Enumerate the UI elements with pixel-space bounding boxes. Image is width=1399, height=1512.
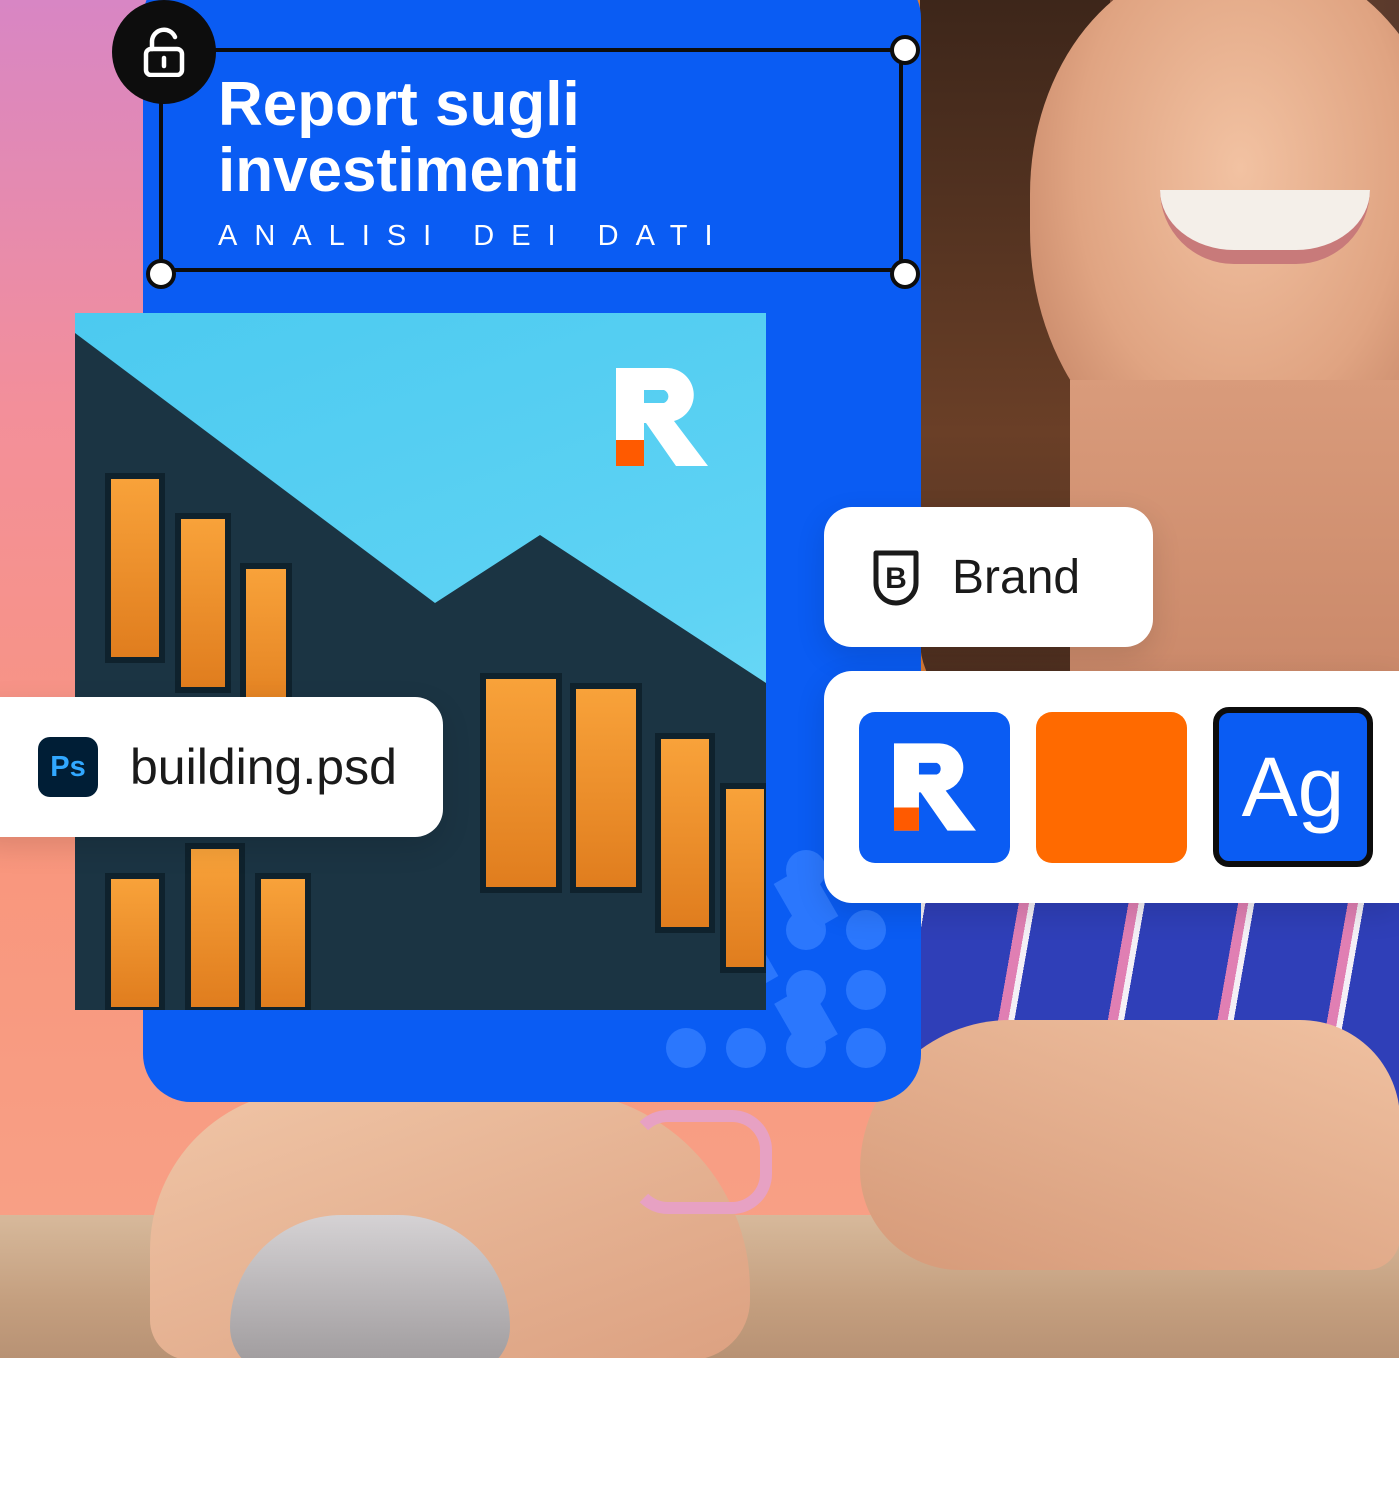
building-photo[interactable]	[75, 313, 766, 1010]
photoshop-icon: Ps	[38, 737, 98, 797]
resize-handle-bottom-right[interactable]	[890, 259, 920, 289]
building-window	[655, 733, 715, 933]
brand-kit-panel: Ag	[824, 671, 1399, 903]
building-window	[720, 783, 766, 973]
building-window	[570, 683, 642, 893]
document-subtitle[interactable]: ANALISI DEI DATI	[218, 220, 730, 253]
font-sample: Ag	[1241, 739, 1345, 834]
document-title[interactable]: Report sugli investimenti	[218, 72, 858, 204]
bracelet	[628, 1110, 772, 1214]
brand-logo-mark	[616, 368, 708, 466]
person-right-hand	[860, 1020, 1399, 1270]
building-window	[175, 513, 231, 693]
unlock-button[interactable]	[112, 0, 216, 104]
building-window	[105, 873, 165, 1010]
svg-text:B: B	[885, 562, 907, 595]
file-chip[interactable]: Ps building.psd	[0, 697, 443, 837]
brand-chip[interactable]: B Brand	[824, 507, 1153, 647]
brand-label: Brand	[952, 550, 1081, 604]
brand-b-icon: B	[873, 550, 919, 606]
unlock-icon	[143, 27, 185, 77]
brand-logo-mark	[893, 743, 976, 831]
brand-logo-swatch[interactable]	[859, 711, 1010, 863]
brand-font-swatch[interactable]: Ag	[1213, 707, 1373, 867]
building-window	[255, 873, 311, 1010]
resize-handle-bottom-left[interactable]	[146, 259, 176, 289]
file-name: building.psd	[130, 739, 397, 795]
resize-handle-top-right[interactable]	[890, 35, 920, 65]
building-window	[105, 473, 165, 663]
brand-color-swatch[interactable]	[1036, 711, 1187, 863]
building-window	[185, 843, 245, 1010]
building-window	[480, 673, 562, 893]
